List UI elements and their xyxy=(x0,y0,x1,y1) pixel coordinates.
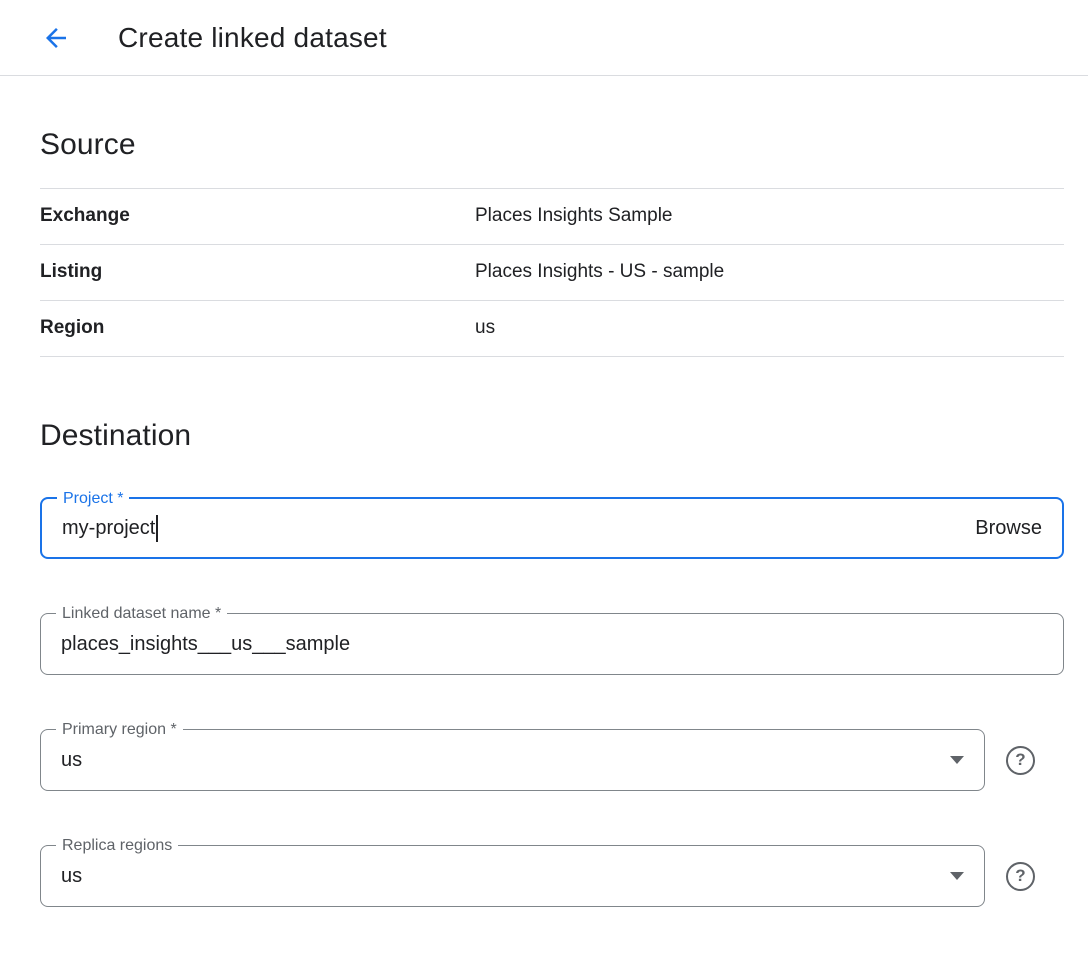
replica-regions-label: Replica regions xyxy=(56,836,178,855)
replica-regions-help-button[interactable]: ? xyxy=(1006,862,1035,891)
exchange-label: Exchange xyxy=(40,205,475,227)
primary-region-row: Primary region * us ? xyxy=(40,729,1064,791)
source-heading: Source xyxy=(40,128,1064,162)
replica-regions-select[interactable]: Replica regions us xyxy=(40,845,985,907)
primary-region-select[interactable]: Primary region * us xyxy=(40,729,985,791)
linked-dataset-name-input[interactable]: Linked dataset name * places_insights___… xyxy=(40,613,1064,675)
destination-heading: Destination xyxy=(40,419,1064,453)
project-field-group: Project * my-project Browse xyxy=(40,497,1064,559)
region-label: Region xyxy=(40,317,475,339)
help-icon: ? xyxy=(1015,750,1025,770)
replica-regions-row: Replica regions us ? xyxy=(40,845,1064,907)
help-icon: ? xyxy=(1015,866,1025,886)
arrow-back-icon xyxy=(41,23,71,53)
dropdown-arrow-icon xyxy=(950,756,964,764)
browse-button[interactable]: Browse xyxy=(975,517,1042,540)
replica-regions-value: us xyxy=(61,865,82,888)
region-value: us xyxy=(475,317,495,339)
table-row-listing: Listing Places Insights - US - sample xyxy=(40,245,1064,301)
text-cursor xyxy=(156,515,158,542)
primary-region-help-button[interactable]: ? xyxy=(1006,746,1035,775)
project-field-value: my-project xyxy=(62,517,155,540)
exchange-value: Places Insights Sample xyxy=(475,205,673,227)
back-button[interactable] xyxy=(34,16,78,60)
dropdown-arrow-icon xyxy=(950,872,964,880)
primary-region-value: us xyxy=(61,749,82,772)
project-field-label: Project * xyxy=(57,489,129,508)
header: Create linked dataset xyxy=(0,0,1088,76)
main-content: Source Exchange Places Insights Sample L… xyxy=(0,128,1088,907)
source-table: Exchange Places Insights Sample Listing … xyxy=(40,188,1064,357)
listing-value: Places Insights - US - sample xyxy=(475,261,724,283)
primary-region-label: Primary region * xyxy=(56,720,183,739)
listing-label: Listing xyxy=(40,261,475,283)
table-row-exchange: Exchange Places Insights Sample xyxy=(40,189,1064,245)
table-row-region: Region us xyxy=(40,301,1064,357)
dataset-name-field-label: Linked dataset name * xyxy=(56,604,227,623)
page-title: Create linked dataset xyxy=(118,22,387,54)
dataset-name-field-group: Linked dataset name * places_insights___… xyxy=(40,613,1064,675)
project-input[interactable]: Project * my-project Browse xyxy=(40,497,1064,559)
dataset-name-field-value: places_insights___us___sample xyxy=(61,633,350,656)
